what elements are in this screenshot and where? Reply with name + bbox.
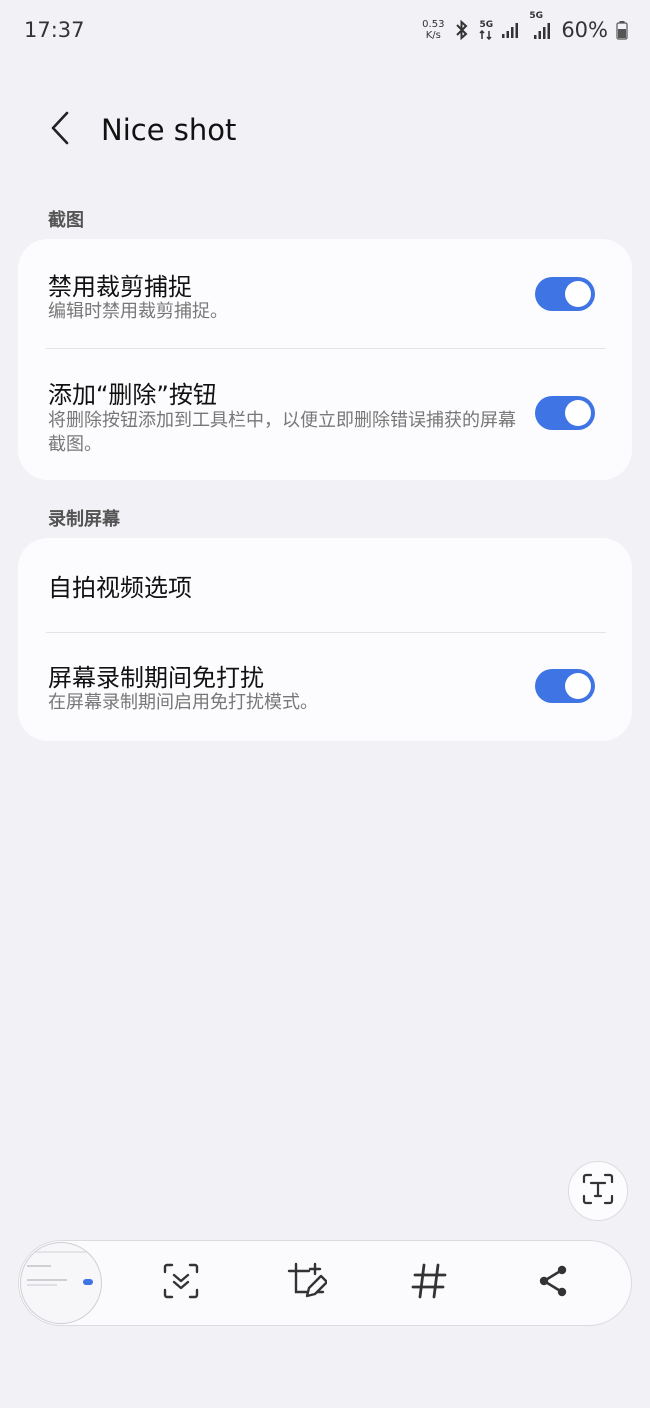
battery-icon — [616, 20, 628, 40]
setting-title: 添加“删除”按钮 — [48, 381, 217, 409]
dnd-recording-toggle[interactable] — [535, 669, 595, 703]
setting-row-selfie-video[interactable]: 自拍视频选项 — [18, 538, 632, 632]
thumb-line — [27, 1284, 57, 1286]
setting-row-disable-crop[interactable]: 禁用裁剪捕捉 编辑时禁用裁剪捕捉。 — [18, 239, 632, 348]
network-speed-value: 0.53 — [422, 19, 445, 30]
bluetooth-icon — [453, 19, 471, 41]
setting-row-delete-button[interactable]: 添加“删除”按钮 将删除按钮添加到工具栏中，以便立即删除错误捕获的屏幕截图。 — [18, 349, 632, 480]
thumb-toggle — [83, 1279, 93, 1285]
toggle-knob — [565, 281, 591, 307]
crop-edit-button[interactable] — [281, 1258, 331, 1308]
app-header: Nice shot — [0, 100, 650, 160]
network-5g-icon: 5G — [479, 19, 494, 40]
signal-5g-label: 5G — [529, 11, 543, 21]
extract-text-button[interactable] — [568, 1161, 628, 1221]
disable-crop-toggle[interactable] — [535, 277, 595, 311]
setting-subtitle: 将删除按钮添加到工具栏中，以便立即删除错误捕获的屏幕截图。 — [48, 410, 516, 455]
thumb-line — [29, 1251, 89, 1253]
screen-record-settings-card: 自拍视频选项 屏幕录制期间免打扰 在屏幕录制期间启用免打扰模式。 — [18, 538, 632, 741]
setting-title: 禁用裁剪捕捉 — [48, 273, 192, 301]
share-button[interactable] — [528, 1258, 578, 1308]
battery-percent: 60% — [561, 18, 608, 42]
thumb-line — [27, 1265, 51, 1267]
crop-edit-icon — [285, 1260, 329, 1306]
status-icons: 0.53 K/s 5G 5G 60% — [421, 12, 628, 42]
hashtag-button[interactable] — [404, 1258, 454, 1308]
setting-subtitle: 在屏幕录制期间启用免打扰模式。 — [48, 692, 318, 713]
section-label-screen-record: 录制屏幕 — [48, 509, 120, 530]
signal-bars-icon — [501, 21, 521, 39]
setting-subtitle: 编辑时禁用裁剪捕捉。 — [48, 301, 228, 322]
thumb-line — [27, 1279, 67, 1281]
scroll-capture-icon — [162, 1262, 200, 1304]
toggle-knob — [565, 400, 591, 426]
share-icon — [536, 1264, 570, 1302]
back-arrow-icon — [50, 111, 70, 149]
screenshot-thumbnail[interactable] — [20, 1242, 102, 1324]
setting-title: 屏幕录制期间免打扰 — [48, 664, 264, 692]
setting-row-dnd-recording[interactable]: 屏幕录制期间免打扰 在屏幕录制期间启用免打扰模式。 — [18, 633, 632, 741]
status-time: 17:37 — [24, 18, 85, 42]
back-button[interactable] — [40, 110, 80, 150]
signal-5g-icon: 5G — [529, 12, 551, 40]
status-bar: 17:37 0.53 K/s 5G 5G 60% — [0, 0, 650, 60]
delete-button-toggle[interactable] — [535, 396, 595, 430]
network-speed: 0.53 K/s — [421, 19, 445, 41]
network-speed-unit: K/s — [425, 30, 441, 41]
page-title: Nice shot — [101, 113, 237, 147]
text-extract-icon — [581, 1172, 615, 1210]
network-5g-label: 5G — [479, 19, 494, 30]
screenshot-settings-card: 禁用裁剪捕捉 编辑时禁用裁剪捕捉。 添加“删除”按钮 将删除按钮添加到工具栏中，… — [18, 239, 632, 480]
toggle-knob — [565, 673, 591, 699]
hashtag-icon — [411, 1263, 447, 1303]
scroll-capture-button[interactable] — [156, 1258, 206, 1308]
setting-title: 自拍视频选项 — [48, 574, 192, 602]
section-label-screenshot: 截图 — [48, 210, 84, 231]
